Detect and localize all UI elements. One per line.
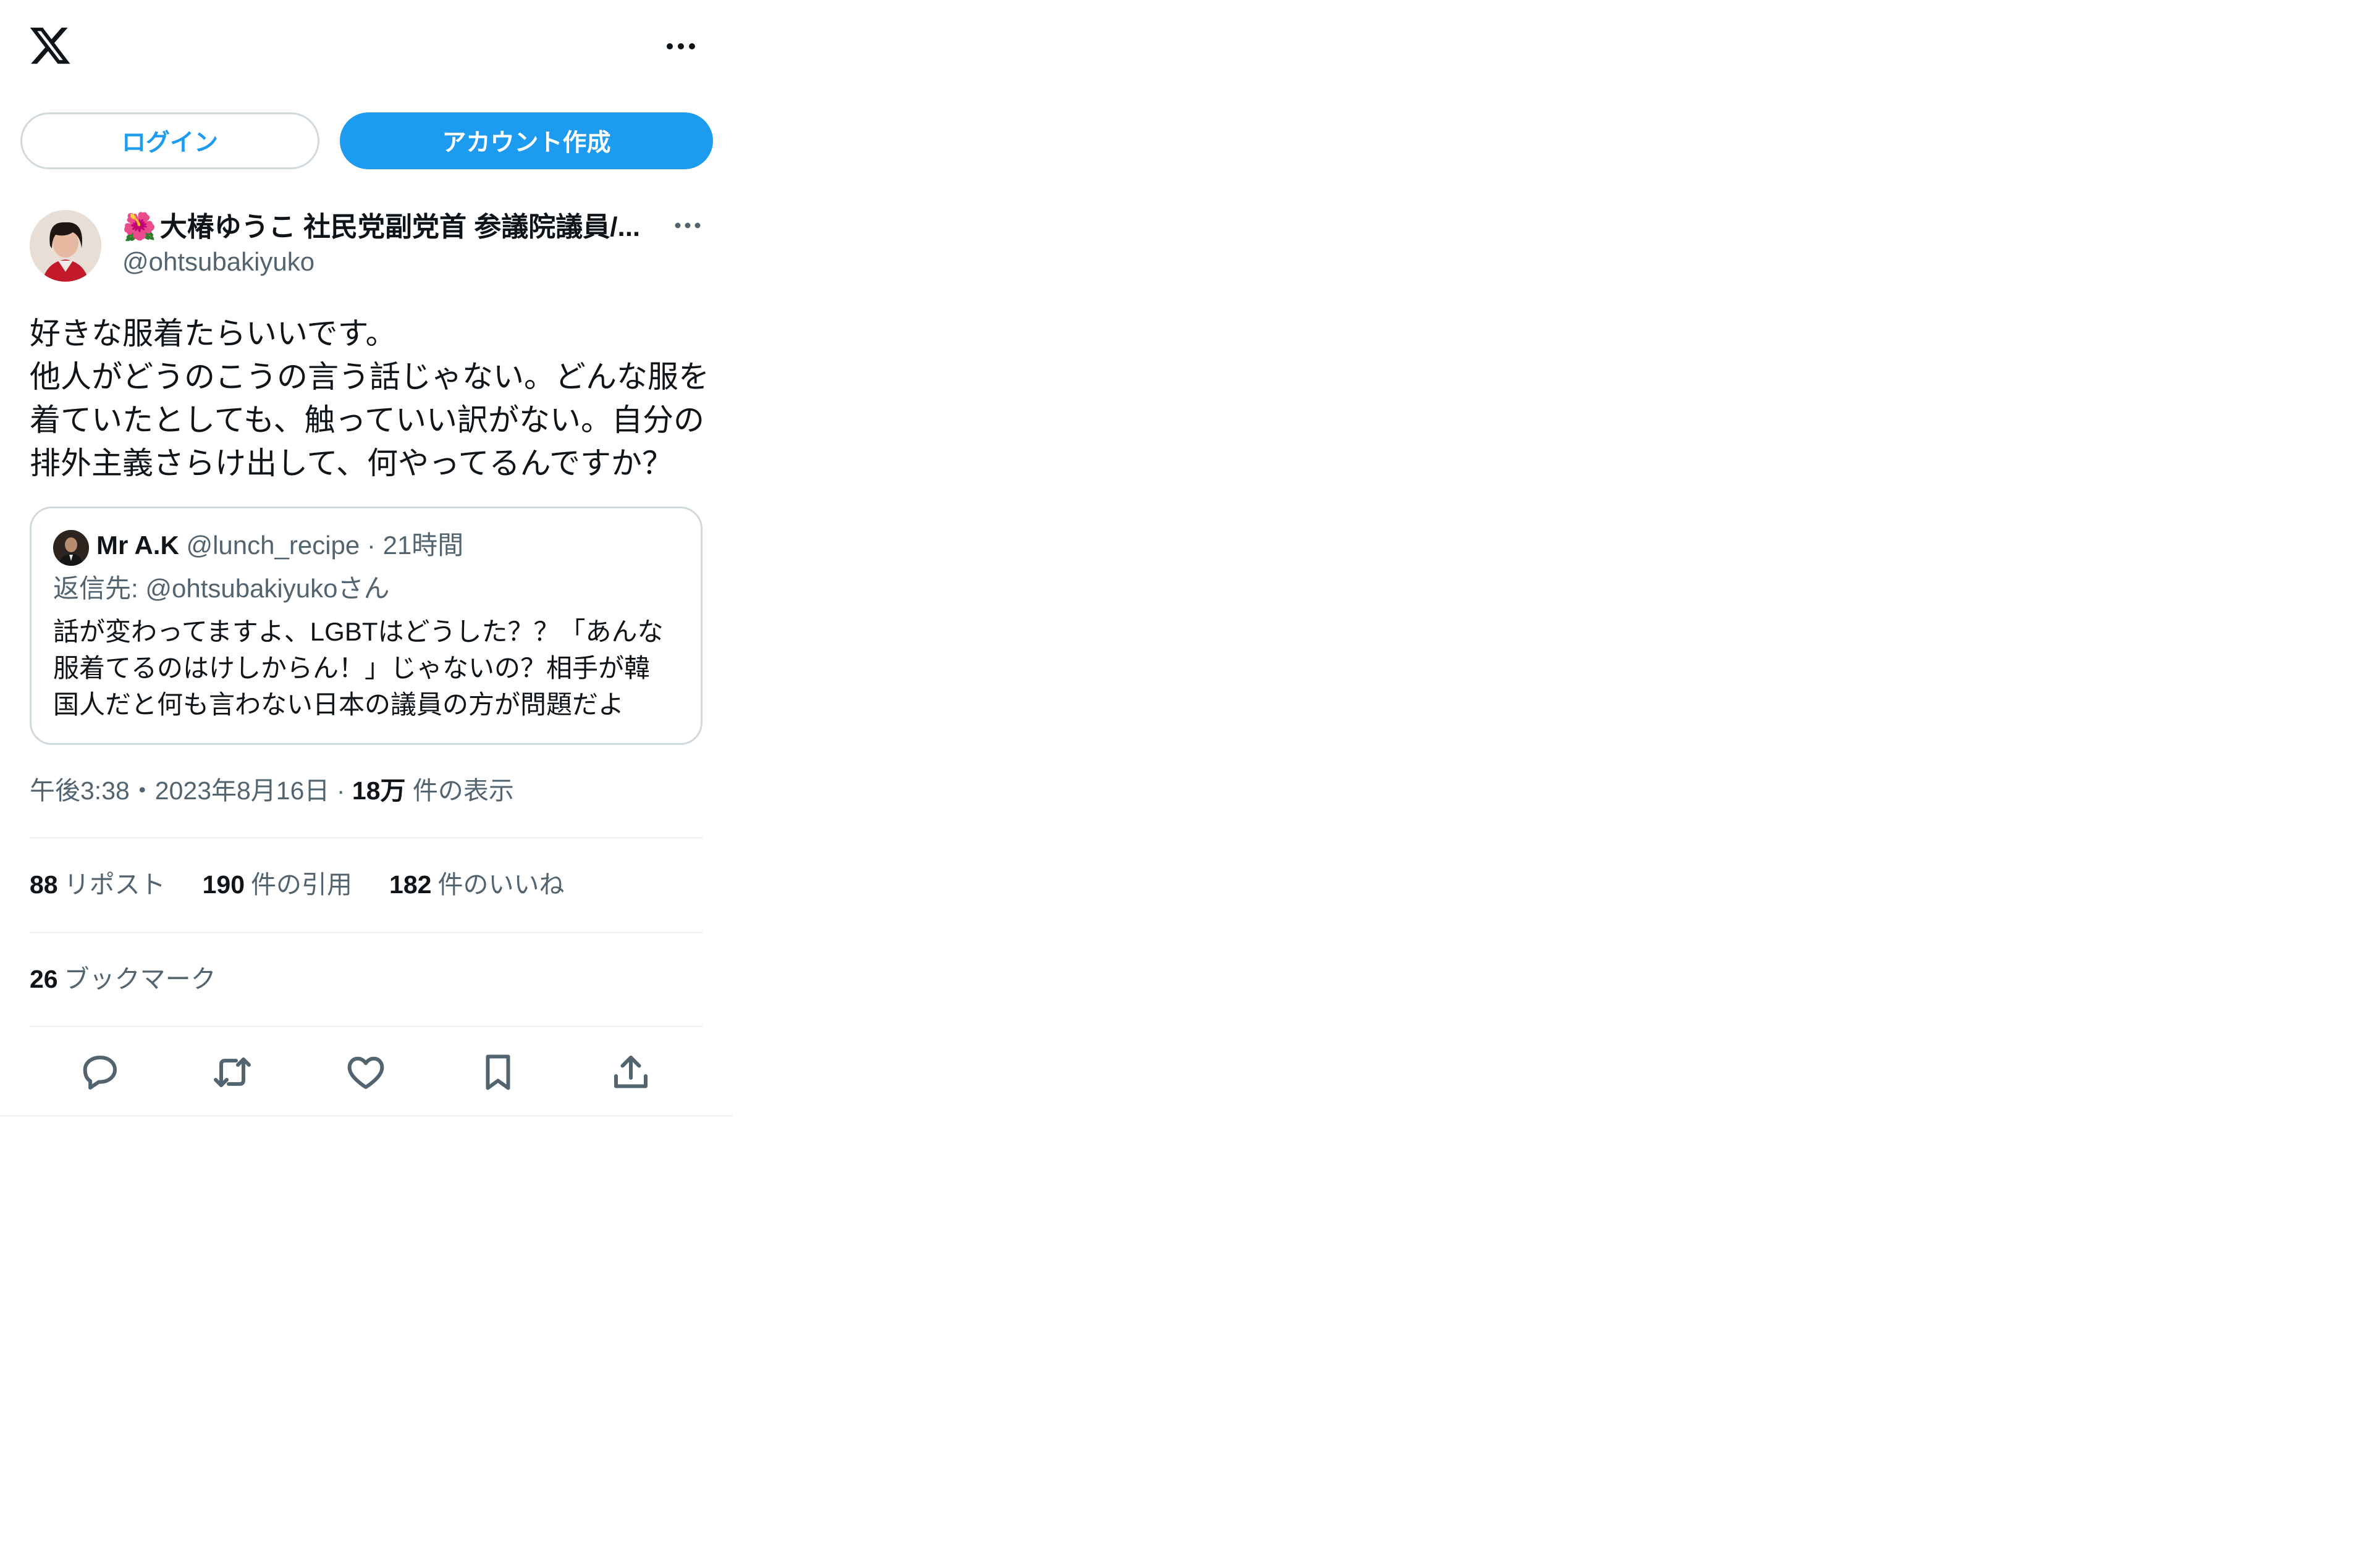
login-button[interactable]: ログイン <box>20 112 319 169</box>
likes-count: 182 <box>389 870 432 899</box>
bookmarks-label: ブックマーク <box>64 965 216 993</box>
author-name-text: 大椿ゆうこ 社民党副党首 参議院議員/... <box>159 212 641 242</box>
quoted-author-handle: @lunch_recipe <box>186 531 360 560</box>
quotes-count: 190 <box>202 870 245 899</box>
tweet-meta: 午後3:38・2023年8月16日 · 18万 件の表示 <box>30 772 514 809</box>
quoted-separator: · <box>366 531 376 560</box>
quoted-tweet-text: 話が変わってますよ、LGBTはどうした？？「あんな 服着てるのはけしからん！」じ… <box>53 613 690 723</box>
quoted-time: 21時間 <box>382 531 464 560</box>
share-icon[interactable] <box>609 1050 653 1095</box>
tweet-column: ログイン アカウント作成 🌺 大椿ゆうこ 社民党副党首 参議院議員/... @oh… <box>0 0 732 1117</box>
views-label: 件の表示 <box>412 776 514 805</box>
quotes-stat[interactable]: 190 件の引用 <box>203 866 352 903</box>
likes-label: 件のいいね <box>437 870 565 899</box>
author-handle[interactable]: @ohtsubakiyuko <box>122 245 314 279</box>
reposts-label: リポスト <box>64 870 166 899</box>
reposts-stat[interactable]: 88 リポスト <box>30 866 166 903</box>
bookmarks-stat: 26 ブックマーク <box>30 961 216 998</box>
create-account-button[interactable]: アカウント作成 <box>340 112 713 169</box>
hibiscus-emoji: 🌺 <box>122 212 156 242</box>
tweet-timestamp[interactable]: 午後3:38・2023年8月16日 <box>30 776 329 805</box>
quotes-label: 件の引用 <box>251 870 353 899</box>
quoted-reply-to: 返信先: @ohtsubakiyukoさん <box>53 574 390 603</box>
divider <box>30 1025 703 1027</box>
like-icon[interactable] <box>344 1050 388 1095</box>
tweet-more-icon[interactable] <box>669 213 706 238</box>
tweet-text-line: 他人がどうのこうの言う話じゃない。どんな服を <box>30 359 709 394</box>
divider <box>30 931 703 933</box>
more-options-icon[interactable] <box>662 31 699 62</box>
tweet-text-line: 着ていたとしても、触っていい訳がない。自分の <box>30 403 704 437</box>
repost-icon[interactable] <box>210 1050 255 1095</box>
bookmark-icon[interactable] <box>476 1050 520 1095</box>
quoted-text-line: 服着てるのはけしからん！」じゃないの？相手が韓 <box>53 654 651 683</box>
views-count: 18万 <box>352 776 406 805</box>
bookmarks-count: 26 <box>30 965 58 993</box>
likes-stat[interactable]: 182 件のいいね <box>389 866 564 903</box>
quoted-tweet-header: Mr A.K @lunch_recipe · 21時間 <box>96 527 463 564</box>
quoted-text-line: 国人だと何も言わない日本の議員の方が問題だよ <box>53 690 625 719</box>
reply-icon[interactable] <box>78 1050 122 1095</box>
tweet-text-line: 好きな服着たらいいです。 <box>30 316 397 351</box>
author-avatar[interactable] <box>30 210 101 282</box>
tweet-text-line: 排外主義さらけ出して、何やってるんですか？ <box>30 446 673 481</box>
x-logo-icon[interactable] <box>28 23 72 68</box>
engagement-stats: 88 リポスト 190 件の引用 182 件のいいね <box>30 866 601 903</box>
quoted-tweet-card[interactable]: Mr A.K @lunch_recipe · 21時間 返信先: @ohtsub… <box>30 507 703 745</box>
divider <box>30 837 703 839</box>
author-name[interactable]: 🌺 大椿ゆうこ 社民党副党首 参議院議員/... <box>122 209 641 246</box>
tweet-text: 好きな服着たらいいです。 他人がどうのこうの言う話じゃない。どんな服を 着ていた… <box>30 312 715 485</box>
quoted-text-line: 話が変わってますよ、LGBTはどうした？？「あんな <box>53 617 664 646</box>
meta-separator: · <box>336 776 345 805</box>
quoted-author-avatar <box>53 530 89 566</box>
quoted-author-name: Mr A.K <box>96 531 179 560</box>
reposts-count: 88 <box>30 870 58 899</box>
